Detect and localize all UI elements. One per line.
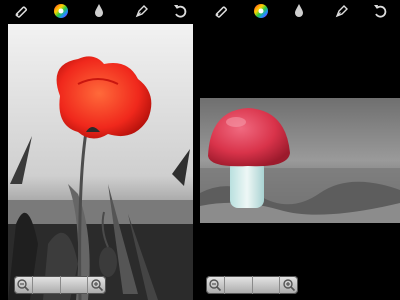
pencil-icon[interactable] [12, 2, 30, 20]
left-screen [0, 0, 200, 300]
zoom-segment[interactable] [59, 276, 88, 294]
zoom-control[interactable] [14, 276, 106, 294]
pen-nib-icon[interactable] [333, 2, 351, 20]
poppy-photo[interactable] [8, 24, 193, 300]
right-screen [200, 0, 400, 300]
zoom-segment[interactable] [251, 276, 280, 294]
undo-icon[interactable] [371, 2, 389, 20]
zoom-segment[interactable] [32, 276, 60, 294]
zoom-out-icon[interactable] [14, 276, 32, 294]
pencil-icon[interactable] [212, 2, 230, 20]
color-wheel-icon[interactable] [52, 2, 70, 20]
toolbar [0, 0, 200, 22]
mushroom-photo[interactable] [200, 98, 400, 223]
toolbar [200, 0, 400, 22]
zoom-in-icon[interactable] [279, 276, 298, 294]
pen-nib-icon[interactable] [133, 2, 151, 20]
drop-icon[interactable] [90, 2, 108, 20]
color-wheel-icon[interactable] [252, 2, 270, 20]
zoom-track[interactable] [224, 276, 279, 294]
zoom-control[interactable] [206, 276, 298, 294]
undo-icon[interactable] [171, 2, 189, 20]
zoom-out-icon[interactable] [206, 276, 224, 294]
zoom-segment[interactable] [224, 276, 252, 294]
zoom-track[interactable] [32, 276, 87, 294]
zoom-in-icon[interactable] [87, 276, 106, 294]
drop-icon[interactable] [290, 2, 308, 20]
